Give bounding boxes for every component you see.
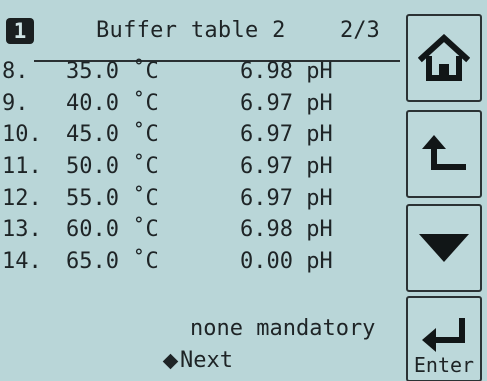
- table-row[interactable]: 13. 60.0 ˚C 6.98 pH: [0, 214, 400, 246]
- back-button[interactable]: [406, 110, 482, 198]
- diamond-icon: [162, 353, 178, 369]
- row-index: 12.: [2, 185, 42, 211]
- next-link[interactable]: Next: [162, 347, 233, 375]
- buffer-table-screen: 1 Buffer table 2 2/3 8. 35.0 ˚C 6.98 pH …: [0, 0, 487, 381]
- row-index: 14.: [2, 249, 42, 275]
- enter-button[interactable]: Enter: [406, 296, 482, 381]
- table-row[interactable]: 9. 40.0 ˚C 6.97 pH: [0, 88, 400, 120]
- row-index: 9.: [2, 90, 29, 116]
- header: 1 Buffer table 2 2/3: [0, 14, 400, 62]
- down-button[interactable]: [406, 204, 482, 292]
- table-row[interactable]: 14. 65.0 ˚C 0.00 pH: [0, 246, 400, 278]
- row-temperature: 45.0 ˚C: [66, 122, 159, 148]
- next-label: Next: [180, 348, 233, 373]
- row-index: 13.: [2, 217, 42, 243]
- side-button-panel: Enter: [404, 0, 487, 381]
- page-badge: 1: [6, 18, 34, 44]
- row-ph: 6.98 pH: [240, 217, 333, 243]
- enter-icon: [422, 318, 465, 352]
- row-temperature: 50.0 ˚C: [66, 154, 159, 180]
- page-title: Buffer table 2: [96, 18, 286, 43]
- row-temperature: 55.0 ˚C: [66, 185, 159, 211]
- mandatory-note: none mandatory: [190, 316, 376, 341]
- buffer-table: 8. 35.0 ˚C 6.98 pH 9. 40.0 ˚C 6.97 pH 10…: [0, 56, 400, 278]
- page-counter: 2/3: [340, 18, 380, 43]
- row-ph: 6.97 pH: [240, 90, 333, 116]
- row-temperature: 65.0 ˚C: [66, 249, 159, 275]
- row-ph: 6.97 pH: [240, 154, 333, 180]
- row-index: 11.: [2, 154, 42, 180]
- table-row[interactable]: 8. 35.0 ˚C 6.98 pH: [0, 56, 400, 88]
- row-temperature: 35.0 ˚C: [66, 59, 159, 84]
- home-button[interactable]: [406, 14, 482, 102]
- row-temperature: 60.0 ˚C: [66, 217, 159, 243]
- row-index: 8.: [2, 59, 29, 84]
- row-temperature: 40.0 ˚C: [66, 90, 159, 116]
- row-ph: 6.97 pH: [240, 122, 333, 148]
- home-icon: [418, 34, 470, 81]
- enter-label: Enter: [413, 353, 475, 377]
- back-arrow-icon: [422, 135, 466, 170]
- row-index: 10.: [2, 122, 42, 148]
- table-row[interactable]: 11. 50.0 ˚C 6.97 pH: [0, 151, 400, 183]
- table-row[interactable]: 10. 45.0 ˚C 6.97 pH: [0, 119, 400, 151]
- down-triangle-icon: [419, 234, 469, 262]
- table-row[interactable]: 12. 55.0 ˚C 6.97 pH: [0, 183, 400, 215]
- row-ph: 6.97 pH: [240, 185, 333, 211]
- row-ph: 6.98 pH: [240, 59, 333, 84]
- row-ph: 0.00 pH: [240, 249, 333, 275]
